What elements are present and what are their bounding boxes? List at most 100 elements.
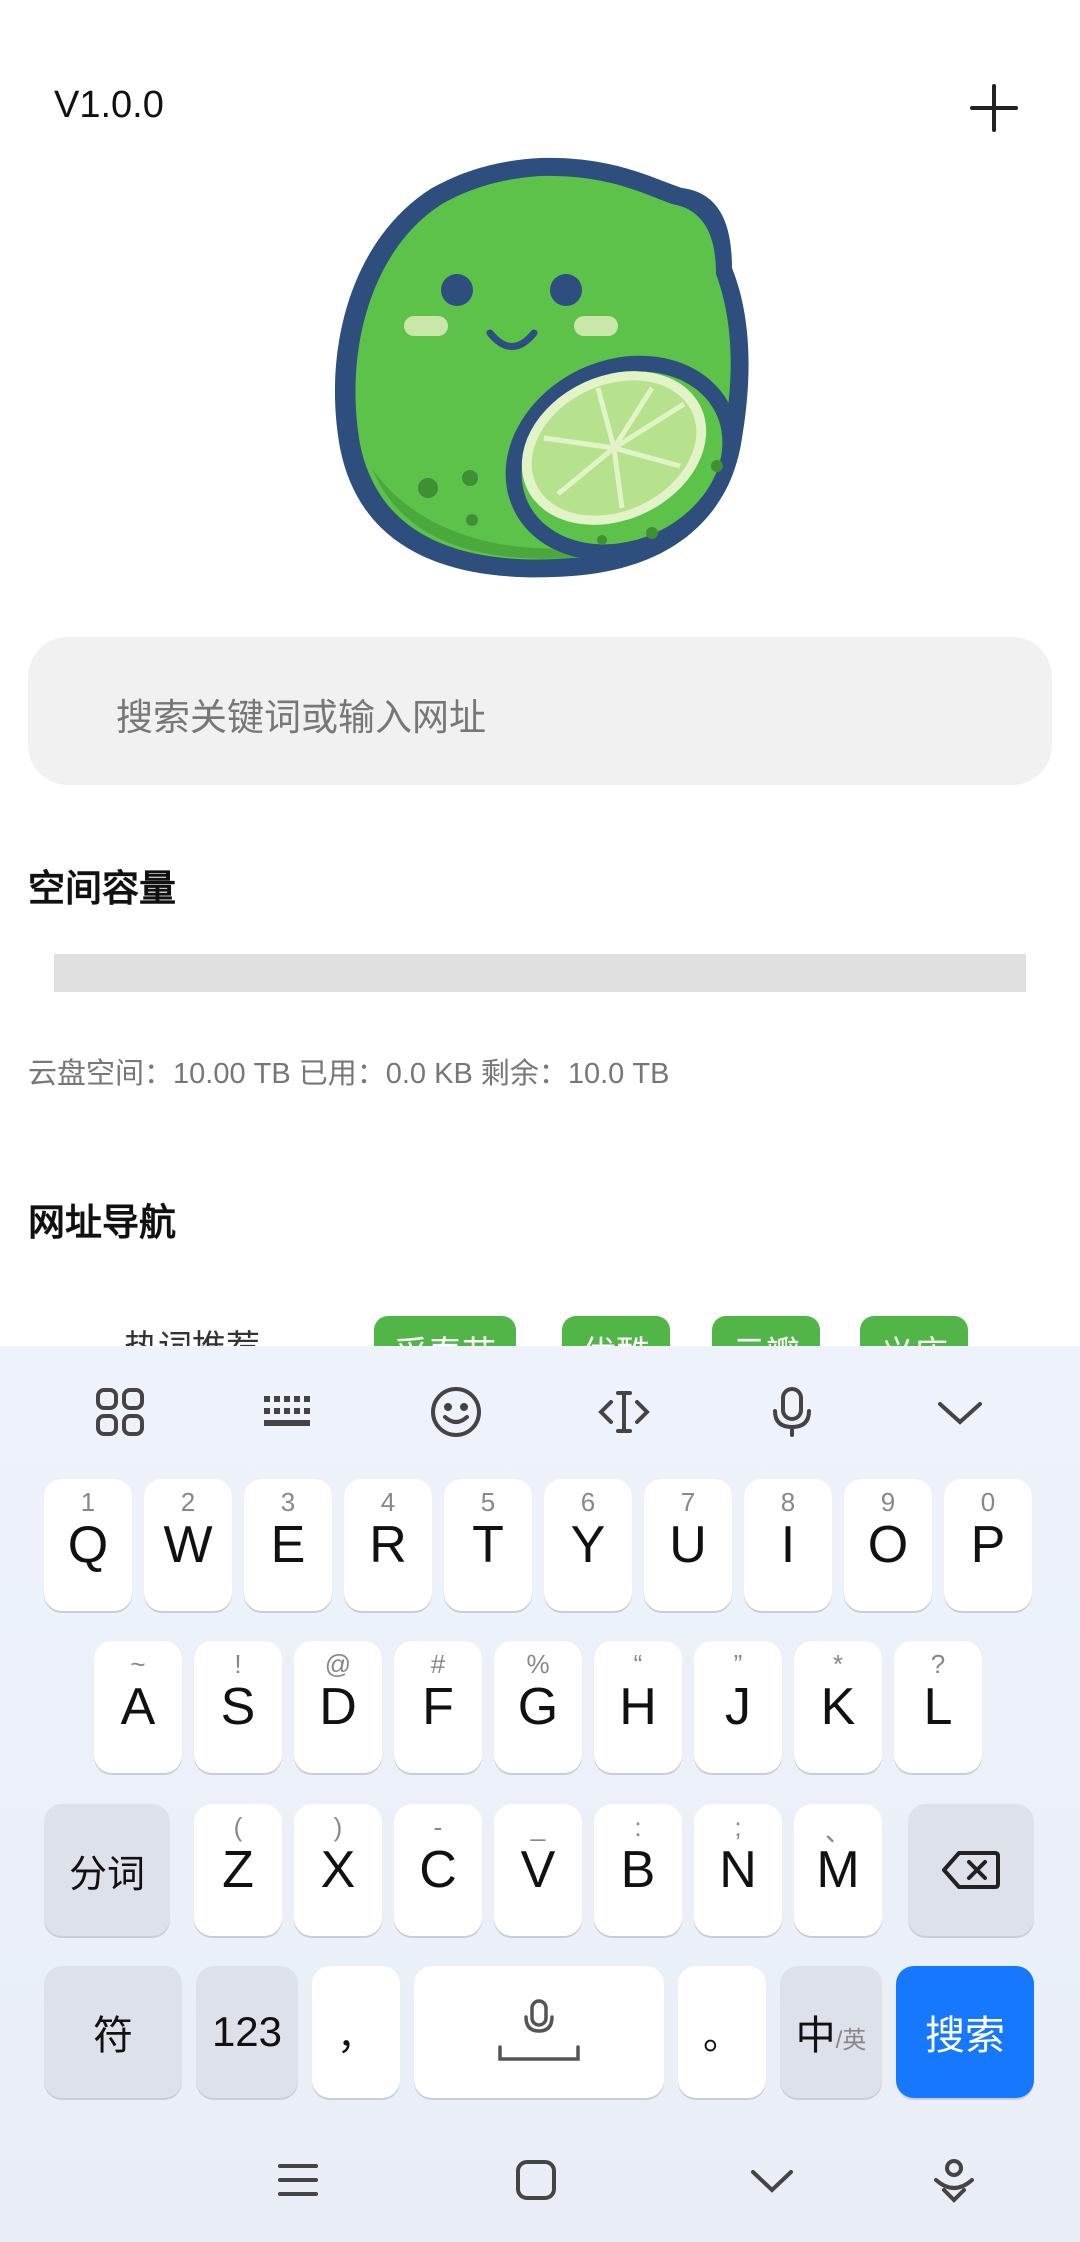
key-m[interactable]: 、 M	[794, 1804, 882, 1936]
key-alt-label: 1	[80, 1487, 96, 1517]
key-z[interactable]: (Z	[194, 1804, 282, 1936]
key-label: Z	[222, 1841, 254, 1899]
lime-mascot-logo	[322, 148, 758, 588]
cursor-icon[interactable]	[592, 1380, 656, 1444]
key-alt-label: :	[634, 1812, 642, 1842]
key-alt-label: !	[234, 1649, 242, 1679]
comma-key[interactable]: ，	[312, 1966, 400, 2098]
key-label: Q	[67, 1516, 109, 1574]
segment-key[interactable]: 分词	[44, 1804, 170, 1936]
key-label: G	[517, 1678, 559, 1736]
key-alt-label: ?	[930, 1649, 946, 1679]
key-alt-label: 0	[980, 1487, 996, 1517]
key-e[interactable]: 3E	[244, 1479, 332, 1611]
grid-icon[interactable]	[88, 1380, 152, 1444]
keyboard-icon[interactable]	[256, 1380, 320, 1444]
key-l[interactable]: ? L	[894, 1641, 982, 1773]
key-alt-label: 8	[780, 1487, 796, 1517]
period-key[interactable]: 。	[678, 1966, 766, 2098]
key-label: W	[163, 1516, 213, 1574]
key-alt-label: %	[526, 1649, 550, 1679]
search-input[interactable]: 搜索关键词或输入网址	[28, 637, 1052, 785]
hot-word-tag[interactable]: 采春节	[374, 1316, 516, 1346]
key-i[interactable]: 8I	[744, 1479, 832, 1611]
hot-word-tag[interactable]: 云瓣	[712, 1316, 820, 1346]
search-key[interactable]: 搜索	[896, 1966, 1034, 2098]
key-alt-label: #	[430, 1649, 446, 1679]
storage-summary: 云盘空间：10.00 TB 已用：0.0 KB 剩余：10.0 TB	[28, 1058, 670, 1090]
period-key-label: 。	[702, 2015, 741, 2058]
key-g[interactable]: % G	[494, 1641, 582, 1773]
search-placeholder: 搜索关键词或输入网址	[116, 697, 486, 738]
language-switch-key[interactable]: 中/英	[780, 1966, 882, 2098]
space-key[interactable]	[414, 1966, 664, 2098]
microphone-icon[interactable]	[760, 1380, 824, 1444]
key-label: M	[816, 1841, 860, 1899]
key-label: N	[719, 1841, 757, 1899]
key-label: P	[970, 1516, 1006, 1574]
chevron-down-icon[interactable]	[928, 1380, 992, 1444]
key-alt-label: ”	[733, 1649, 743, 1679]
key-k[interactable]: * K	[794, 1641, 882, 1773]
key-n[interactable]: ; N	[694, 1804, 782, 1936]
backspace-key[interactable]	[908, 1804, 1034, 1936]
key-alt-label: 4	[380, 1487, 396, 1517]
key-alt-label: @	[324, 1649, 352, 1679]
language-main-label: 中	[795, 2014, 836, 2058]
key-r[interactable]: 4R	[344, 1479, 432, 1611]
key-f[interactable]: # F	[394, 1641, 482, 1773]
key-v[interactable]: _ V	[494, 1804, 582, 1936]
key-label: H	[619, 1678, 657, 1736]
key-t[interactable]: 5T	[444, 1479, 532, 1611]
number-key-label: 123	[211, 2008, 283, 2055]
key-j[interactable]: ” J	[694, 1641, 782, 1773]
key-c[interactable]: -C	[394, 1804, 482, 1936]
key-q[interactable]: 1Q	[44, 1479, 132, 1611]
assistant-icon[interactable]	[922, 2148, 986, 2212]
chevron-down-icon[interactable]	[740, 2148, 804, 2212]
number-key[interactable]: 123	[196, 1966, 298, 2098]
key-s[interactable]: ! S	[194, 1641, 282, 1773]
key-label: U	[669, 1516, 707, 1574]
key-label: R	[369, 1516, 407, 1574]
key-alt-label: _	[530, 1812, 546, 1842]
key-y[interactable]: 6Y	[544, 1479, 632, 1611]
add-button[interactable]	[966, 80, 1022, 136]
search-key-label: 搜索	[925, 2014, 1005, 2058]
storage-section-title: 空间容量	[28, 868, 176, 909]
hot-word-tag[interactable]: 优酷	[562, 1316, 670, 1346]
key-label: Y	[570, 1516, 606, 1574]
key-alt-label: 9	[880, 1487, 896, 1517]
backspace-icon	[942, 1851, 1000, 1889]
hot-words-label: 热词推荐	[124, 1320, 260, 1346]
key-p[interactable]: 0P	[944, 1479, 1032, 1611]
emoji-icon[interactable]	[424, 1380, 488, 1444]
key-alt-label: *	[832, 1649, 844, 1679]
key-alt-label: -	[433, 1812, 443, 1842]
key-label: A	[120, 1678, 156, 1736]
symbol-key[interactable]: 符	[44, 1966, 182, 2098]
key-o[interactable]: 9O	[844, 1479, 932, 1611]
key-u[interactable]: 7U	[644, 1479, 732, 1611]
key-h[interactable]: “H	[594, 1641, 682, 1773]
key-label: S	[220, 1678, 256, 1736]
key-d[interactable]: @ D	[294, 1641, 382, 1773]
menu-icon[interactable]	[266, 2148, 330, 2212]
key-x[interactable]: ) X	[294, 1804, 382, 1936]
plus-icon	[970, 84, 1018, 132]
key-label: D	[319, 1678, 357, 1736]
space-voice-icon	[498, 1999, 580, 2061]
key-label: C	[419, 1841, 457, 1899]
key-alt-label: ;	[734, 1812, 742, 1842]
key-a[interactable]: ~ A	[94, 1641, 182, 1773]
key-label: F	[422, 1678, 454, 1736]
key-w[interactable]: 2W	[144, 1479, 232, 1611]
hot-word-tag[interactable]: 义庄	[860, 1316, 968, 1346]
key-label: L	[923, 1678, 953, 1736]
key-b[interactable]: :B	[594, 1804, 682, 1936]
key-alt-label: 3	[280, 1487, 296, 1517]
key-alt-label: 7	[680, 1487, 696, 1517]
home-square-icon[interactable]	[504, 2148, 568, 2212]
key-alt-label: 6	[580, 1487, 596, 1517]
key-label: J	[725, 1678, 751, 1736]
